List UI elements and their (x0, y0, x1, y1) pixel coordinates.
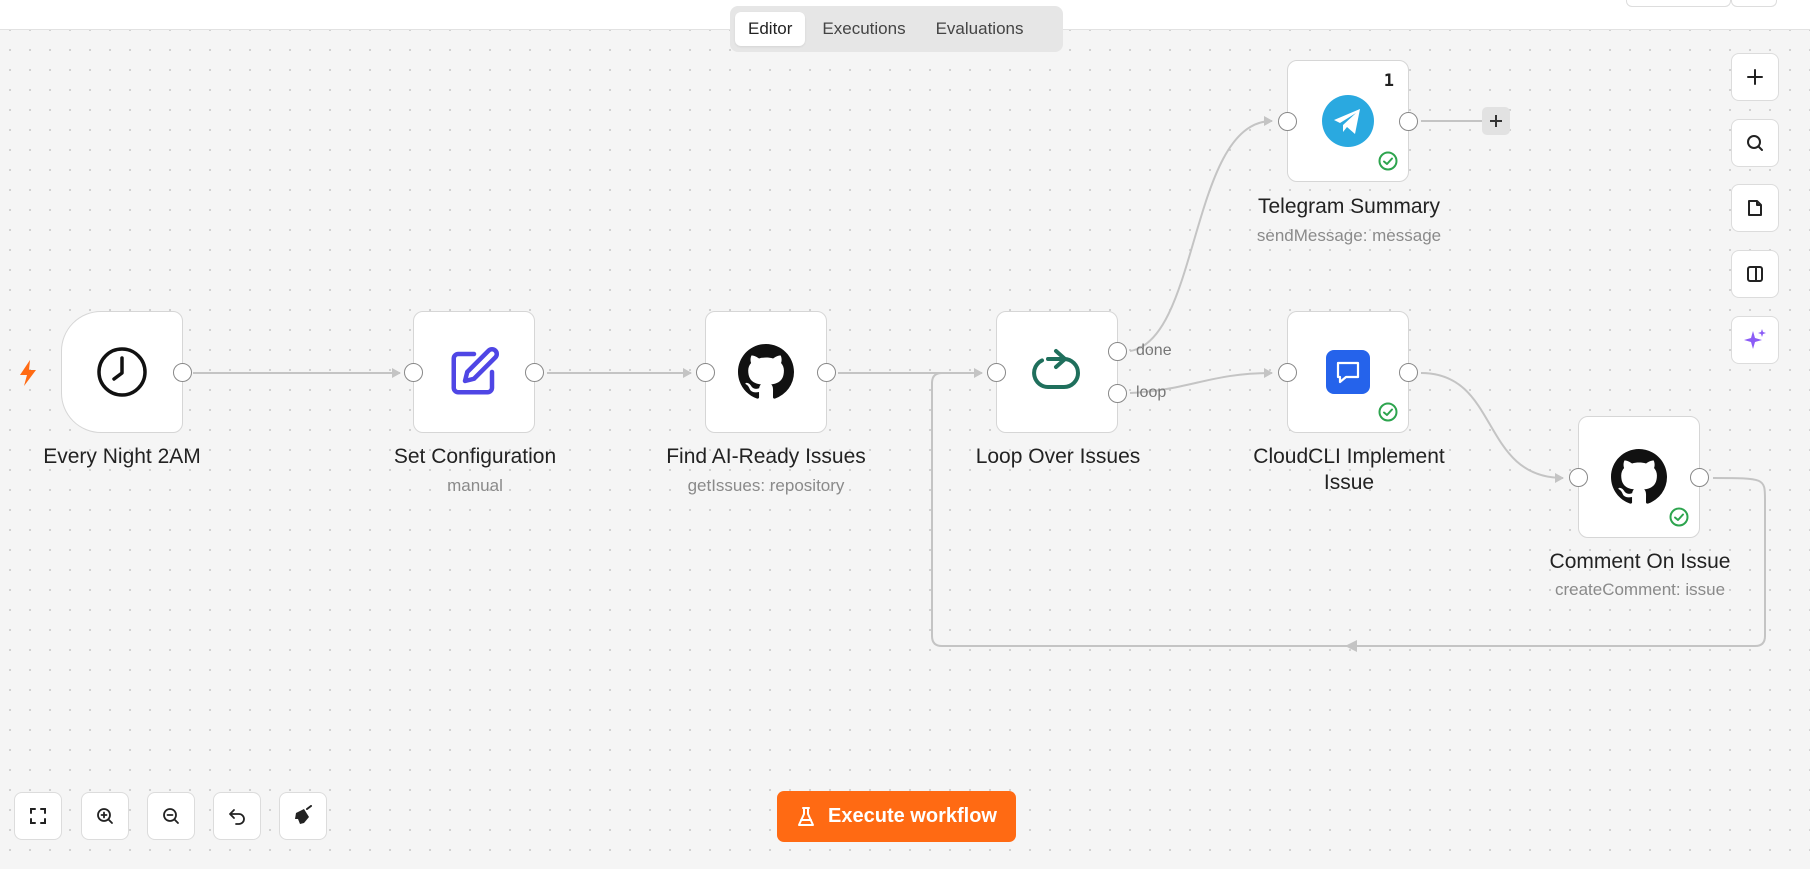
github-icon (1611, 449, 1667, 504)
node-every-night[interactable] (61, 311, 192, 433)
node-subtitle: sendMessage: message (1256, 226, 1442, 245)
zoom-in-button[interactable] (81, 792, 129, 840)
sparkle-icon (1744, 329, 1766, 349)
output-port-done[interactable] (1108, 342, 1127, 361)
zoom-out-icon (163, 808, 179, 824)
node-subtitle: manual (447, 476, 503, 495)
node-telegram-summary[interactable]: 1 (1278, 60, 1418, 182)
zoom-in-icon (97, 808, 113, 824)
node-title-line: CloudCLI Implement (1253, 445, 1445, 468)
input-port[interactable] (1278, 362, 1297, 382)
undo-icon (229, 809, 245, 825)
run-count-badge: 1 (1383, 71, 1394, 91)
chat-icon (1326, 350, 1370, 394)
node-title: Telegram Summary (1257, 195, 1441, 218)
add-node-button[interactable] (1482, 107, 1510, 135)
edit-icon (451, 347, 499, 395)
node-title: Comment On Issue (1549, 550, 1731, 573)
fit-view-icon (30, 808, 46, 824)
node-title: Loop Over Issues (975, 445, 1141, 468)
node-title: Find AI-Ready Issues (666, 445, 866, 468)
success-check-icon (1378, 402, 1398, 422)
input-port[interactable] (1569, 467, 1588, 487)
node-title: CloudCLI Implement Issue (1229, 444, 1469, 496)
plus-icon (1747, 69, 1763, 85)
output-port[interactable] (817, 362, 836, 382)
node-subtitle: getIssues: repository (687, 476, 845, 495)
clear-execution-button[interactable] (279, 792, 327, 840)
zoom-out-button[interactable] (147, 792, 195, 840)
sticky-note-icon (1748, 200, 1762, 216)
node-title-line: Issue (1323, 471, 1375, 494)
output-port[interactable] (1690, 467, 1709, 487)
ai-assistant-button[interactable] (1731, 316, 1779, 364)
node-cloudcli-implement[interactable] (1278, 311, 1418, 433)
execute-workflow-label: Execute workflow (828, 805, 997, 827)
node-comment-on-issue[interactable] (1569, 416, 1709, 538)
output-label-loop: loop (1136, 384, 1167, 401)
output-label-done: done (1136, 342, 1172, 359)
input-port[interactable] (1278, 111, 1297, 131)
input-port[interactable] (404, 362, 423, 382)
node-set-configuration[interactable] (404, 311, 544, 433)
node-title: Every Night 2AM (43, 445, 201, 468)
panel-icon (1747, 266, 1763, 282)
toggle-panel-button[interactable] (1731, 250, 1779, 298)
lightning-icon (20, 360, 36, 386)
telegram-icon (1322, 95, 1374, 147)
success-check-icon (1378, 151, 1398, 171)
node-find-issues[interactable] (696, 311, 836, 433)
output-port[interactable] (1399, 111, 1418, 131)
node-subtitle: createComment: issue (1554, 580, 1726, 599)
undo-button[interactable] (213, 792, 261, 840)
arrow (1345, 640, 1357, 652)
connections (193, 116, 1766, 652)
flask-icon (798, 806, 815, 826)
github-icon (738, 344, 794, 399)
clear-icon (295, 805, 312, 824)
output-port[interactable] (173, 362, 192, 382)
fit-view-button[interactable] (14, 792, 62, 840)
clock-icon (97, 347, 147, 397)
output-port[interactable] (1399, 362, 1418, 382)
input-port[interactable] (696, 362, 715, 382)
plus-icon (1490, 115, 1502, 127)
execute-workflow-button[interactable]: Execute workflow (777, 791, 1016, 842)
output-port[interactable] (525, 362, 544, 382)
search-nodes-button[interactable] (1731, 119, 1779, 167)
node-loop-over-issues[interactable] (987, 311, 1127, 433)
node-title: Set Configuration (393, 445, 557, 468)
add-node-panel-button[interactable] (1731, 53, 1779, 101)
add-sticky-note-button[interactable] (1731, 184, 1779, 232)
output-port-loop[interactable] (1108, 384, 1127, 403)
loop-icon (1032, 349, 1080, 389)
search-icon (1747, 135, 1763, 151)
input-port[interactable] (987, 362, 1006, 382)
success-check-icon (1669, 507, 1689, 527)
